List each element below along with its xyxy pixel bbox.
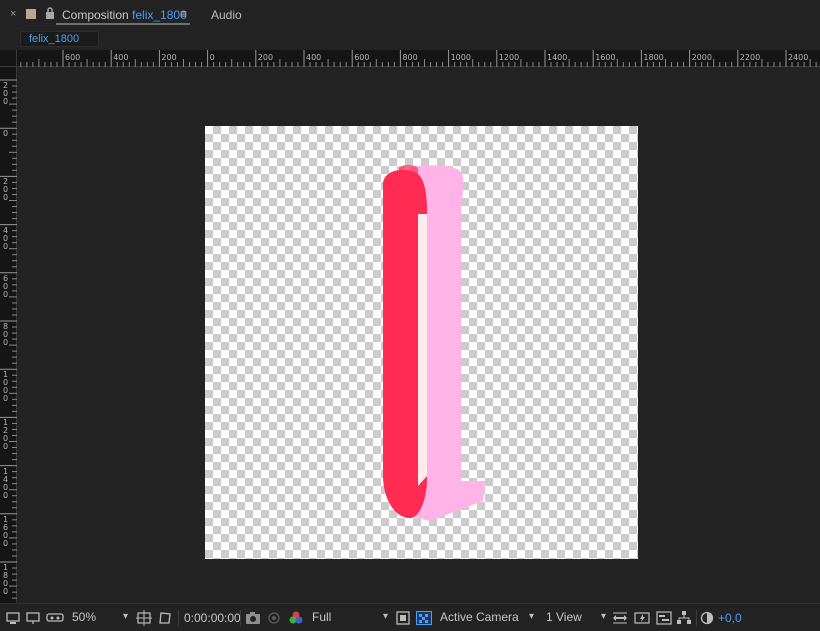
- camera-view-dropdown[interactable]: Active Camera ▾: [436, 609, 536, 627]
- toolbar-divider: [178, 610, 179, 626]
- tab-audio[interactable]: Audio: [211, 8, 242, 22]
- color-channels-icon[interactable]: [288, 609, 304, 627]
- timeline-icon[interactable]: [656, 609, 672, 627]
- ruler-label: 200: [257, 53, 274, 62]
- ruler-horizontal[interactable]: 600 400 200 0 200 400 600 800 1000 1200 1400 1600 18…: [16, 50, 820, 67]
- ruler-label: 400: [113, 53, 129, 62]
- viewer-toolbar: 50% ▾ 0:00:00:00 Full ▾ Active Camera ▾ …: [0, 603, 820, 631]
- composition-canvas[interactable]: [205, 126, 638, 559]
- ruler-corner: [0, 50, 17, 67]
- resolution-value: Full: [312, 610, 332, 624]
- show-snapshot-icon[interactable]: [266, 609, 282, 627]
- close-tab-icon[interactable]: ×: [10, 8, 16, 20]
- always-preview-icon[interactable]: [6, 609, 20, 627]
- ruler-label: 200: [3, 81, 9, 106]
- current-time[interactable]: 0:00:00:00: [184, 611, 241, 625]
- ruler-label: 1200: [3, 418, 9, 452]
- layer-artwork[interactable]: [205, 126, 638, 559]
- ruler-label: 600: [354, 53, 370, 62]
- chevron-down-icon: ▾: [382, 611, 388, 622]
- ruler-label: 200: [161, 53, 177, 62]
- ruler-label: 200: [3, 177, 9, 203]
- ruler-label: 1600: [3, 514, 9, 548]
- shape-inner-fold: [418, 214, 427, 486]
- ruler-label: 0: [3, 129, 9, 139]
- chevron-down-icon: ▾: [122, 611, 128, 622]
- toggle-pixel-aspect-icon[interactable]: [612, 609, 628, 627]
- ruler-label: 1800: [643, 53, 664, 62]
- chevron-down-icon: ▾: [600, 611, 606, 622]
- ruler-label: 1400: [547, 53, 568, 62]
- ruler-label: 400: [3, 225, 9, 251]
- ruler-label: 400: [306, 53, 322, 62]
- zoom-value: 50%: [72, 610, 97, 624]
- ruler-label: 2400: [788, 53, 809, 62]
- ruler-label: 1000: [3, 370, 9, 404]
- ruler-vertical[interactable]: 200 0 200 400 600 800 1000 1200 1400 1600 1800: [0, 50, 17, 603]
- flowchart-icon[interactable]: [676, 609, 692, 627]
- resolution-dropdown[interactable]: Full ▾: [308, 609, 390, 627]
- shape-top-cap: [399, 165, 418, 174]
- panel-tab-bar: × Composition felix_1800 ≡ Audio: [0, 0, 820, 28]
- exposure-value[interactable]: +0,0: [718, 611, 742, 625]
- transparency-grid-icon[interactable]: [416, 609, 432, 627]
- ruler-label: 800: [3, 322, 9, 347]
- chevron-down-icon: ▾: [528, 611, 534, 622]
- toolbar-divider: [696, 610, 697, 626]
- breadcrumb-comp-name: felix_1800: [29, 33, 80, 45]
- ruler-label: 1000: [450, 53, 471, 62]
- region-of-interest-icon[interactable]: [396, 609, 410, 627]
- camera-snapshot-icon[interactable]: [245, 609, 261, 627]
- ruler-label: 600: [65, 53, 81, 62]
- zoom-dropdown[interactable]: 50% ▾: [68, 609, 130, 627]
- shape-inner-fold-edge: [427, 214, 431, 478]
- ruler-label: 2200: [739, 53, 761, 62]
- composition-tab[interactable]: Composition felix_1800: [62, 8, 187, 22]
- tab-title-prefix: Composition: [62, 8, 129, 22]
- panel-menu-icon[interactable]: ≡: [180, 7, 187, 21]
- lock-icon[interactable]: [45, 7, 55, 19]
- vr-glasses-icon[interactable]: [46, 609, 64, 627]
- active-tab-indicator: [56, 23, 190, 25]
- composition-breadcrumb[interactable]: felix_1800: [20, 31, 99, 47]
- monitor-icon[interactable]: [26, 609, 40, 627]
- ruler-label: 2000: [691, 53, 712, 62]
- tab-comp-name: felix_1800: [132, 8, 187, 22]
- view-layout-dropdown[interactable]: 1 View ▾: [542, 609, 608, 627]
- ruler-label: 1200: [498, 53, 520, 62]
- ruler-label: 600: [3, 273, 9, 299]
- mask-visibility-icon[interactable]: [157, 609, 173, 627]
- ruler-label: 1600: [595, 53, 616, 62]
- toolbar-divider: [240, 610, 241, 626]
- fast-previews-icon[interactable]: [634, 609, 650, 627]
- ruler-label: 800: [402, 53, 418, 62]
- camera-view-value: Active Camera: [440, 610, 519, 624]
- view-layout-value: 1 View: [546, 610, 582, 624]
- ruler-label: 1400: [3, 466, 9, 500]
- reset-exposure-icon[interactable]: [700, 609, 714, 627]
- ruler-label: 0: [209, 53, 215, 62]
- ruler-label: 1800: [3, 563, 9, 596]
- title-action-safe-icon[interactable]: [136, 609, 152, 627]
- composition-swatch-icon: [26, 9, 36, 19]
